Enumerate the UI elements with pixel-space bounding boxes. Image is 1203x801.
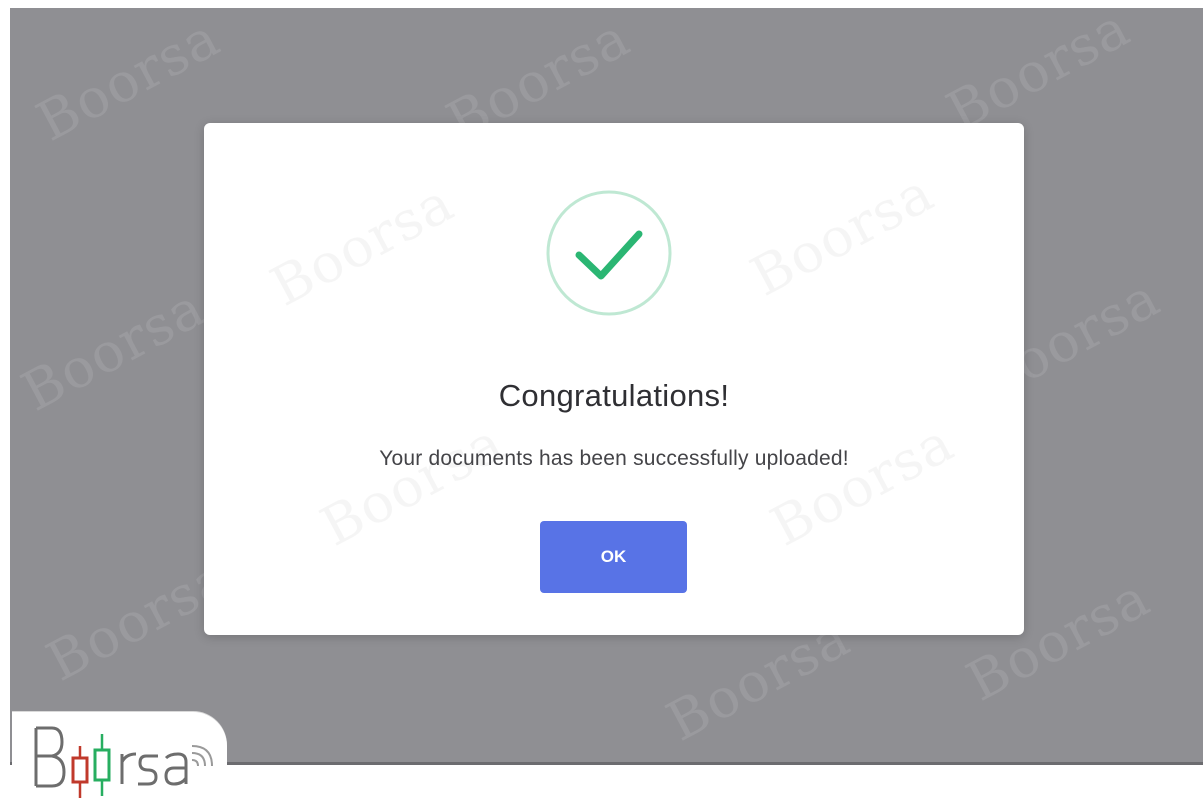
brand-logo xyxy=(34,726,213,798)
watermark: Boorsa xyxy=(936,0,1140,144)
watermark: Boorsa xyxy=(261,171,464,319)
watermark: Boorsa xyxy=(311,411,514,559)
dialog-title: Congratulations! xyxy=(498,378,730,413)
success-dialog: Boorsa Boorsa Boorsa Boorsa Congratulati… xyxy=(204,123,1024,635)
brand-logo-tab xyxy=(12,712,227,801)
watermark: Boorsa xyxy=(761,411,964,559)
watermark: Boorsa xyxy=(11,275,215,424)
ok-button[interactable]: OK xyxy=(540,521,687,593)
dialog-message: Your documents has been successfully upl… xyxy=(379,447,849,470)
watermark: Boorsa xyxy=(26,5,230,154)
watermark: Boorsa xyxy=(741,161,944,309)
background-overlay: Boorsa Boorsa Boorsa Boorsa Boorsa Boors… xyxy=(10,0,1203,765)
check-circle-icon xyxy=(545,189,673,317)
